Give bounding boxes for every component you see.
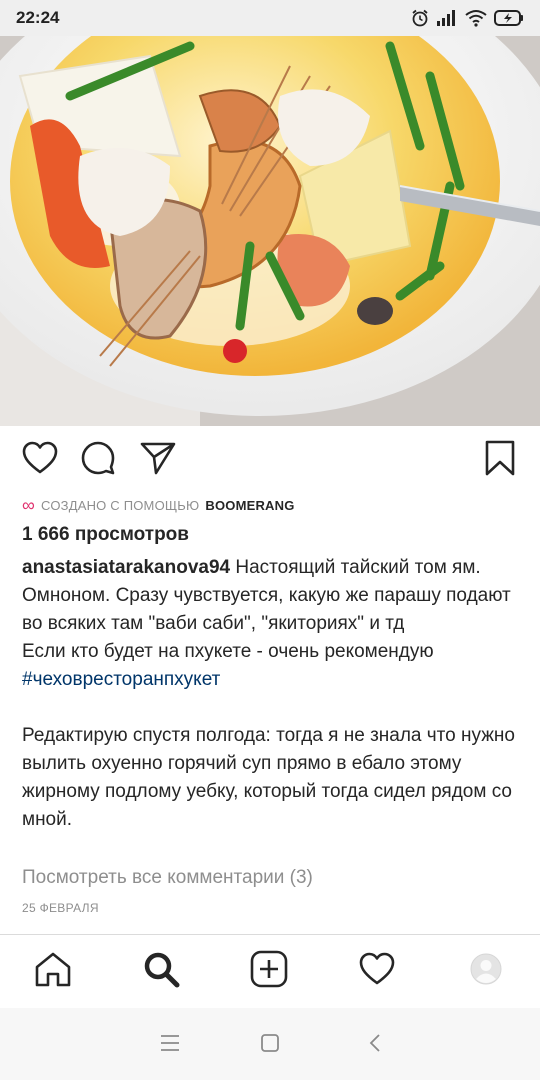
nav-home-button[interactable] xyxy=(31,949,75,993)
boomerang-brand: BOOMERANG xyxy=(205,497,295,513)
system-home-button[interactable] xyxy=(255,1030,285,1060)
nav-search-button[interactable] xyxy=(139,949,183,993)
post-caption: anastasiatarakanova94 Настоящий тайский … xyxy=(22,554,522,834)
share-icon xyxy=(140,441,176,480)
wifi-icon xyxy=(464,9,488,27)
menu-icon xyxy=(160,1034,180,1057)
bookmark-button[interactable] xyxy=(480,440,520,480)
signal-icon xyxy=(436,9,458,27)
status-time: 22:24 xyxy=(16,8,60,27)
caption-paragraph-1: anastasiatarakanova94 Настоящий тайский … xyxy=(22,554,522,638)
caption-username[interactable]: anastasiatarakanova94 xyxy=(22,557,230,578)
search-icon xyxy=(142,950,180,993)
back-icon xyxy=(368,1033,382,1058)
bookmark-icon xyxy=(485,440,515,481)
views-count[interactable]: 1 666 просмотров xyxy=(22,524,189,546)
status-icons xyxy=(410,8,524,28)
caption-text-2: Если кто будет на пхукете - очень рекоме… xyxy=(22,641,434,662)
share-button[interactable] xyxy=(138,440,178,480)
nav-new-post-button[interactable] xyxy=(247,949,291,993)
status-bar: 22:24 xyxy=(0,0,540,36)
comment-button[interactable] xyxy=(78,440,118,480)
nav-profile-button[interactable] xyxy=(464,949,508,993)
post-image[interactable] xyxy=(0,36,540,426)
heart-icon xyxy=(22,441,58,480)
battery-charging-icon xyxy=(494,9,524,27)
boomerang-label[interactable]: ∞ СОЗДАНО С ПОМОЩЬЮ BOOMERANG xyxy=(22,496,295,514)
activity-heart-icon xyxy=(358,952,396,991)
infinity-icon: ∞ xyxy=(22,495,36,515)
nav-activity-button[interactable] xyxy=(355,949,399,993)
post-actions xyxy=(0,436,540,482)
post-date: 25 ФЕВРАЛЯ xyxy=(22,901,99,915)
system-menu-button[interactable] xyxy=(155,1030,185,1060)
home-square-icon xyxy=(260,1033,280,1058)
comment-icon xyxy=(80,440,116,481)
bottom-nav xyxy=(0,934,540,1008)
profile-avatar xyxy=(470,953,502,990)
alarm-icon xyxy=(410,8,430,28)
caption-hashtag[interactable]: #чеховресторанпхукет xyxy=(22,669,220,690)
system-back-button[interactable] xyxy=(360,1030,390,1060)
view-all-comments-link[interactable]: Посмотреть все комментарии (3) xyxy=(22,867,313,889)
photo-tom-yam-soup xyxy=(0,36,540,426)
home-icon xyxy=(34,951,72,992)
like-button[interactable] xyxy=(20,440,60,480)
boomerang-prefix: СОЗДАНО С ПОМОЩЬЮ xyxy=(41,497,200,513)
new-post-icon xyxy=(250,950,288,993)
caption-text-3: Редактирую спустя полгода: тогда я не зн… xyxy=(22,725,515,830)
system-nav xyxy=(0,1008,540,1080)
